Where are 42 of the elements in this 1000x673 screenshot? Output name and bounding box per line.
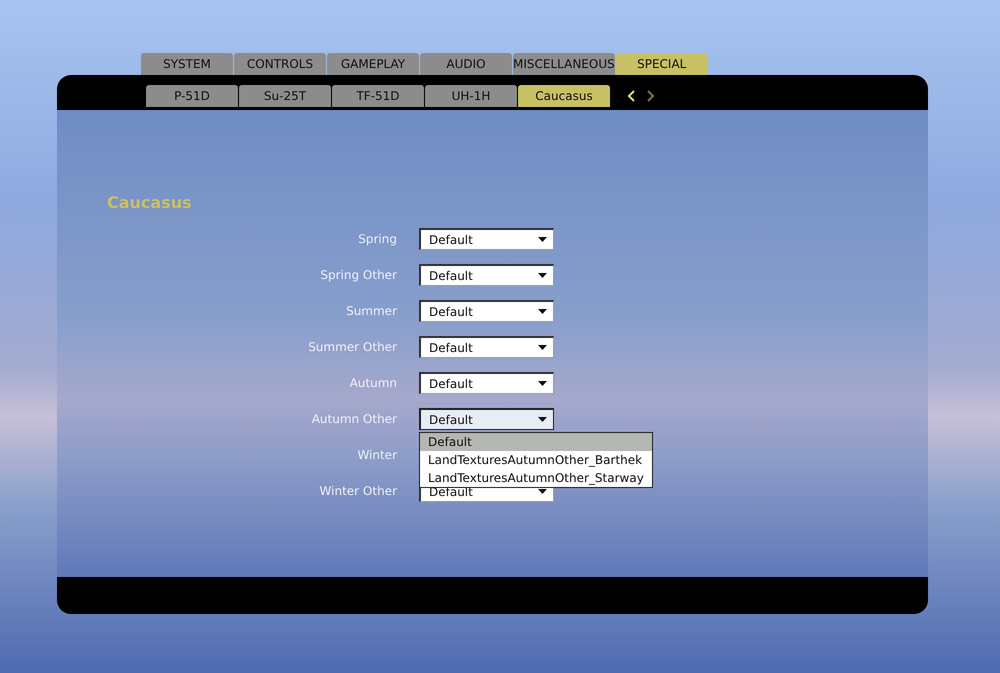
tab[interactable]: P-51D xyxy=(146,85,238,107)
dropdown[interactable]: Default xyxy=(419,372,554,394)
tab[interactable]: AUDIO xyxy=(420,53,512,75)
dropdown[interactable]: Default xyxy=(419,264,554,286)
setting-label: Autumn xyxy=(348,376,397,390)
dropdown-value: Default xyxy=(429,376,473,390)
caret-down-icon xyxy=(538,381,547,386)
chevron-right-icon[interactable] xyxy=(645,89,655,103)
setting-label: Spring xyxy=(357,232,397,246)
tab[interactable]: SPECIAL xyxy=(616,53,708,75)
tab[interactable]: CONTROLS xyxy=(234,53,326,75)
dropdown-option[interactable]: LandTexturesAutumnOther_Barthek xyxy=(420,451,652,469)
dropdown[interactable]: Default xyxy=(419,408,554,430)
dropdown-value: Default xyxy=(429,232,473,246)
dropdown-value: Default xyxy=(429,412,473,426)
tab[interactable]: Su-25T xyxy=(239,85,331,107)
dropdown-value: Default xyxy=(429,304,473,318)
setting-label: Autumn Other xyxy=(310,412,397,426)
section-title: Caucasus xyxy=(107,193,192,212)
caret-down-icon xyxy=(538,309,547,314)
caret-down-icon xyxy=(538,345,547,350)
dropdown[interactable]: Default xyxy=(419,336,554,358)
dropdown[interactable]: Default xyxy=(419,228,554,250)
dropdown-value: Default xyxy=(429,340,473,354)
tab[interactable]: TF-51D xyxy=(332,85,424,107)
caret-down-icon xyxy=(538,237,547,242)
setting-label: Winter Other xyxy=(318,484,397,498)
chevron-left-icon[interactable] xyxy=(627,89,637,103)
dropdown[interactable]: Default xyxy=(419,300,554,322)
tab[interactable]: GAMEPLAY xyxy=(327,53,419,75)
tab[interactable]: MISCELLANEOUS xyxy=(513,53,615,75)
dropdown-value: Default xyxy=(429,268,473,282)
dropdown-option[interactable]: Default xyxy=(420,433,652,451)
tab[interactable]: SYSTEM xyxy=(141,53,233,75)
caret-down-icon xyxy=(538,417,547,422)
caret-down-icon xyxy=(538,273,547,278)
tab[interactable]: Caucasus xyxy=(518,85,610,107)
tab[interactable]: UH-1H xyxy=(425,85,517,107)
setting-label: Summer Other xyxy=(307,340,397,354)
setting-label: Summer xyxy=(345,304,397,318)
setting-label: Winter xyxy=(356,448,397,462)
setting-label: Spring Other xyxy=(319,268,397,282)
